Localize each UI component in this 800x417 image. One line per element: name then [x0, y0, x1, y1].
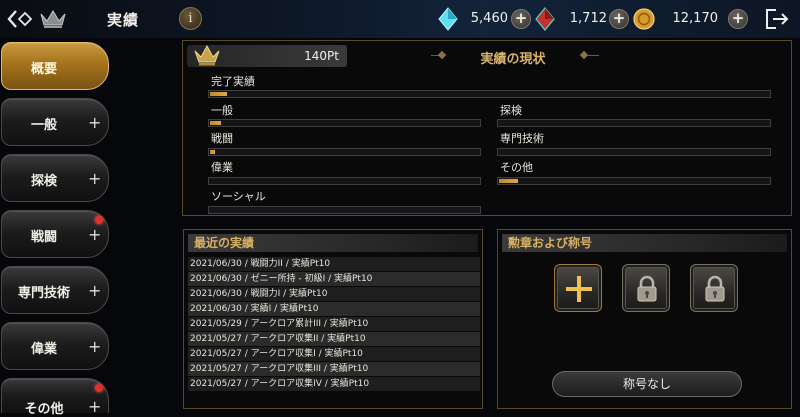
progress-label-social: ソーシャル: [211, 190, 266, 203]
sidebar-item-label: 一般: [30, 118, 57, 133]
progress-bar-other: [497, 177, 771, 185]
list-item[interactable]: 2021/06/30 / ゼニー所持 - 初級I / 実績Pt10: [188, 272, 480, 286]
gold-coin-value: 12,170: [672, 11, 719, 26]
back-arrow-icon: [7, 10, 33, 28]
sidebar-item-label: 専門技術: [17, 286, 70, 301]
expand-plus-icon: +: [88, 397, 102, 416]
progress-label-combat: 戦闘: [211, 132, 233, 145]
exit-button[interactable]: [764, 8, 790, 30]
add-red-crystal-button[interactable]: +: [609, 9, 629, 29]
sidebar-item-label: その他: [24, 402, 64, 417]
top-bar: 実績 i 5,460 + 1,712 + 12,170 +: [0, 0, 800, 38]
sidebar-item-overview[interactable]: 概要: [1, 42, 109, 90]
progress-fill: [210, 150, 215, 154]
list-item[interactable]: 2021/06/30 / 戦闘力I / 実績Pt10: [188, 287, 480, 301]
add-gold-coin-button[interactable]: +: [728, 9, 748, 29]
progress-bar-combat: [208, 148, 481, 156]
list-item[interactable]: 2021/05/27 / アークロア収集III / 実績Pt10: [188, 362, 480, 376]
medals-titles-title: 勲章および称号: [502, 234, 787, 252]
progress-bar-profession: [497, 148, 771, 156]
sidebar-item-label: 偉業: [30, 342, 57, 357]
red-crystal-value: 1,712: [569, 11, 607, 26]
list-item[interactable]: 2021/06/30 / 戦闘力II / 実績Pt10: [188, 257, 480, 271]
plus-icon: [566, 276, 592, 302]
progress-bar-social: [208, 206, 481, 214]
sidebar-item-exploration[interactable]: 探検 +: [1, 154, 109, 202]
lock-icon: [637, 275, 657, 302]
blue-crystal-value: 5,460: [470, 11, 508, 26]
medals-titles-panel: 勲章および称号 称号なし: [497, 229, 792, 409]
achievement-points-value: 140Pt: [304, 49, 339, 63]
recent-achievements-panel: 最近の実績 2021/06/30 / 戦闘力II / 実績Pt10 2021/0…: [183, 229, 483, 409]
progress-label-general: 一般: [211, 104, 233, 117]
gold-coin-icon: [632, 7, 656, 31]
progress-fill: [210, 121, 221, 125]
progress-fill: [499, 179, 518, 183]
blue-crystal-icon: [436, 7, 460, 31]
expand-plus-icon: +: [88, 225, 102, 244]
achievement-points-box: 140Pt: [187, 43, 347, 67]
sidebar-item-combat[interactable]: 戦闘 +: [1, 210, 109, 258]
list-item[interactable]: 2021/05/27 / アークロア収集I / 実績Pt10: [188, 347, 480, 361]
progress-bar-exploration: [497, 119, 771, 127]
medal-slot-locked[interactable]: [622, 264, 670, 312]
progress-fill: [210, 92, 227, 96]
red-crystal-icon: [533, 7, 557, 31]
medal-slot-locked[interactable]: [690, 264, 738, 312]
expand-plus-icon: +: [88, 169, 102, 188]
add-blue-crystal-button[interactable]: +: [511, 9, 531, 29]
expand-plus-icon: +: [88, 113, 102, 132]
currency-gold-coin: 12,170 +: [632, 7, 750, 31]
achievement-crest-icon: [38, 8, 68, 30]
sidebar-item-other[interactable]: その他 +: [1, 378, 109, 417]
progress-bar-completed: [208, 90, 771, 98]
list-item[interactable]: 2021/05/27 / アークロア収集IV / 実績Pt10: [188, 377, 480, 391]
progress-label-profession: 専門技術: [500, 132, 544, 145]
title-divider: [587, 55, 599, 56]
notification-dot: [95, 384, 103, 392]
list-item[interactable]: 2021/06/30 / 実績I / 実績Pt10: [188, 302, 480, 316]
list-item[interactable]: 2021/05/29 / アークロア累計III / 実績Pt10: [188, 317, 480, 331]
title-select-button[interactable]: 称号なし: [552, 371, 742, 397]
sidebar-item-label: 戦闘: [30, 230, 57, 245]
progress-label-exploration: 探検: [500, 104, 522, 117]
back-button[interactable]: [4, 6, 38, 32]
currency-red-crystal: 1,712 +: [533, 7, 629, 31]
medal-slot-add[interactable]: [554, 264, 602, 312]
currency-blue-crystal: 5,460 +: [436, 7, 531, 31]
expand-plus-icon: +: [88, 337, 102, 356]
crown-crest-icon: [193, 43, 221, 67]
sidebar-item-general[interactable]: 一般 +: [1, 98, 109, 146]
progress-label-feats: 偉業: [211, 161, 233, 174]
notification-dot: [95, 216, 103, 224]
expand-plus-icon: +: [88, 281, 102, 300]
exit-icon: [766, 9, 789, 29]
progress-label-completed: 完了実績: [211, 75, 255, 88]
lock-icon: [705, 275, 725, 302]
page-title: 実績: [107, 11, 140, 29]
sidebar-item-label: 探検: [30, 174, 57, 189]
sidebar-item-feats[interactable]: 偉業 +: [1, 322, 109, 370]
progress-label-other: その他: [500, 161, 533, 174]
sidebar-item-profession[interactable]: 専門技術 +: [1, 266, 109, 314]
achievement-status-panel: 140Pt 実績の現状 完了実績 一般 探検 戦闘 専門技術 偉業 その他 ソー…: [182, 40, 792, 216]
sidebar-item-label: 概要: [30, 62, 57, 77]
recent-achievements-title: 最近の実績: [188, 234, 478, 252]
info-button[interactable]: i: [179, 7, 202, 30]
progress-bar-general: [208, 119, 481, 127]
progress-bar-feats: [208, 177, 481, 185]
list-item[interactable]: 2021/05/27 / アークロア収集II / 実績Pt10: [188, 332, 480, 346]
